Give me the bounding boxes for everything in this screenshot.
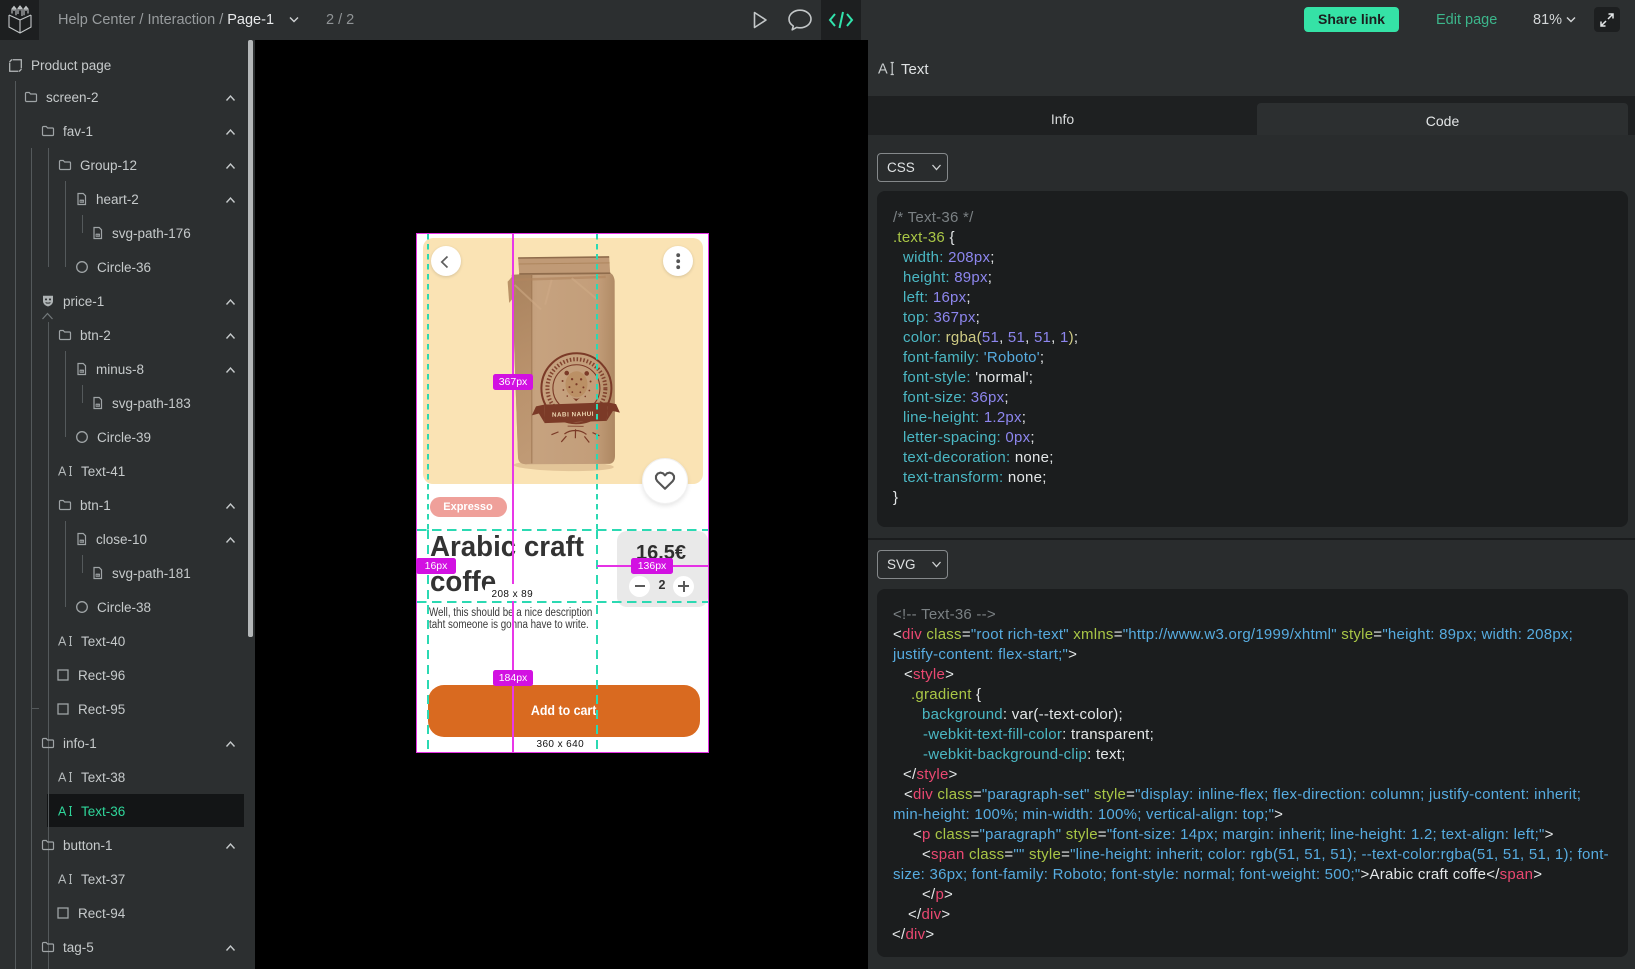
svg-text:A: A — [58, 873, 67, 887]
svg-text:A: A — [878, 62, 888, 78]
svg-text:A: A — [58, 805, 67, 819]
svg-text:A: A — [58, 465, 67, 479]
svg-text:A: A — [58, 635, 67, 649]
svg-text:NABI NAHUI: NABI NAHUI — [552, 411, 594, 419]
svg-text:A: A — [58, 771, 67, 785]
